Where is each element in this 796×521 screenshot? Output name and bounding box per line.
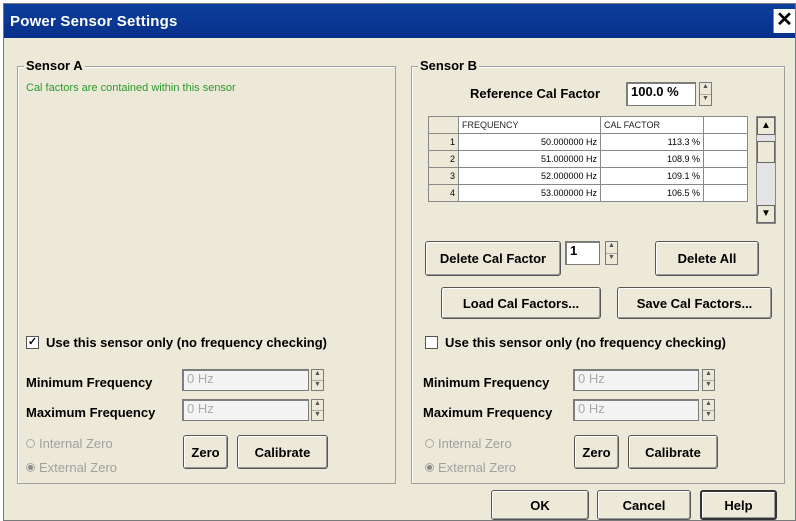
radio-unselected-icon — [425, 439, 434, 448]
sensor-a-external-zero-label: External Zero — [39, 460, 118, 475]
ok-button[interactable]: OK — [491, 490, 589, 520]
table-header-frequency[interactable]: FREQUENCY — [458, 116, 601, 134]
sensor-a-internal-zero-radio[interactable]: Internal Zero — [26, 436, 113, 451]
sensor-a-use-only-label: Use this sensor only (no frequency check… — [46, 335, 328, 350]
table-row[interactable]: 1 50.000000 Hz 113.3 % — [428, 133, 748, 151]
sensor-b-max-freq-label: Maximum Frequency — [423, 405, 553, 420]
sensor-b-max-freq-input[interactable]: 0 Hz — [573, 399, 699, 421]
table-vertical-scrollbar[interactable]: ▲ ▼ — [756, 116, 776, 224]
sensor-b-external-zero-label: External Zero — [438, 460, 517, 475]
frequency-cell[interactable]: 52.000000 Hz — [458, 167, 601, 185]
save-cal-factors-button[interactable]: Save Cal Factors... — [617, 287, 772, 319]
power-sensor-settings-dialog: Power Sensor Settings ✕ Sensor A Cal fac… — [3, 3, 796, 521]
spin-up-icon[interactable]: ▲ — [703, 400, 714, 411]
sensor-a-use-only-checkbox[interactable]: ✓ Use this sensor only (no frequency che… — [26, 335, 327, 350]
sensor-a-max-freq-spinner[interactable]: ▲ ▼ — [311, 399, 324, 421]
spin-down-icon[interactable]: ▼ — [700, 95, 711, 106]
delete-cal-factor-button[interactable]: Delete Cal Factor — [425, 241, 561, 276]
sensor-b-ref-cal-label: Reference Cal Factor — [470, 86, 601, 101]
spin-up-icon[interactable]: ▲ — [312, 400, 323, 411]
spin-down-icon[interactable]: ▼ — [703, 381, 714, 391]
frequency-cell[interactable]: 53.000000 Hz — [458, 184, 601, 202]
spin-up-icon[interactable]: ▲ — [606, 242, 617, 254]
row-number: 3 — [428, 167, 459, 185]
spin-up-icon[interactable]: ▲ — [700, 83, 711, 95]
table-header-row: FREQUENCY CAL FACTOR — [428, 116, 748, 134]
title-bar: Power Sensor Settings — [4, 4, 795, 38]
sensor-b-ref-cal-spinner[interactable]: ▲ ▼ — [699, 82, 712, 106]
sensor-b-max-freq-spinner[interactable]: ▲ ▼ — [702, 399, 715, 421]
table-corner-cell — [428, 116, 459, 134]
sensor-b-external-zero-radio[interactable]: External Zero — [425, 460, 516, 475]
spin-down-icon[interactable]: ▼ — [312, 381, 323, 391]
cal-factor-cell[interactable]: 108.9 % — [600, 150, 704, 168]
checkbox-unchecked-icon — [425, 336, 438, 349]
table-header-cal-factor[interactable]: CAL FACTOR — [600, 116, 704, 134]
sensor-b-ref-cal-input[interactable]: 100.0 % — [626, 82, 696, 106]
empty-cell — [703, 184, 748, 202]
empty-cell — [703, 133, 748, 151]
sensor-a-max-freq-input[interactable]: 0 Hz — [182, 399, 309, 421]
spin-down-icon[interactable]: ▼ — [312, 411, 323, 421]
scroll-down-icon[interactable]: ▼ — [757, 205, 775, 223]
sensor-a-min-freq-label: Minimum Frequency — [26, 375, 153, 390]
empty-cell — [703, 150, 748, 168]
empty-cell — [703, 167, 748, 185]
delete-index-input[interactable]: 1 — [565, 241, 600, 265]
radio-selected-icon — [26, 463, 35, 472]
sensor-a-note: Cal factors are contained within this se… — [26, 82, 236, 94]
table-row[interactable]: 4 53.000000 Hz 106.5 % — [428, 184, 748, 202]
sensor-a-title: Sensor A — [24, 58, 85, 73]
spin-up-icon[interactable]: ▲ — [703, 370, 714, 381]
sensor-b-use-only-checkbox[interactable]: Use this sensor only (no frequency check… — [425, 335, 726, 350]
table-row[interactable]: 2 51.000000 Hz 108.9 % — [428, 150, 748, 168]
spin-up-icon[interactable]: ▲ — [312, 370, 323, 381]
frequency-cell[interactable]: 50.000000 Hz — [458, 133, 601, 151]
table-empty-header — [703, 116, 748, 134]
sensor-a-min-freq-spinner[interactable]: ▲ ▼ — [311, 369, 324, 391]
delete-all-button[interactable]: Delete All — [655, 241, 759, 276]
radio-unselected-icon — [26, 439, 35, 448]
cal-factor-table[interactable]: FREQUENCY CAL FACTOR 1 50.000000 Hz 113.… — [428, 116, 748, 202]
cal-factor-cell[interactable]: 109.1 % — [600, 167, 704, 185]
sensor-b-internal-zero-label: Internal Zero — [438, 436, 512, 451]
radio-selected-icon — [425, 463, 434, 472]
frequency-cell[interactable]: 51.000000 Hz — [458, 150, 601, 168]
sensor-b-min-freq-input[interactable]: 0 Hz — [573, 369, 699, 391]
sensor-a-external-zero-radio[interactable]: External Zero — [26, 460, 117, 475]
sensor-a-min-freq-input[interactable]: 0 Hz — [182, 369, 309, 391]
help-button[interactable]: Help — [700, 490, 777, 520]
scroll-thumb[interactable] — [757, 141, 775, 163]
scroll-up-icon[interactable]: ▲ — [757, 117, 775, 135]
row-number: 2 — [428, 150, 459, 168]
row-number: 4 — [428, 184, 459, 202]
cancel-button[interactable]: Cancel — [597, 490, 691, 520]
sensor-b-zero-button[interactable]: Zero — [574, 435, 619, 469]
sensor-b-title: Sensor B — [418, 58, 480, 73]
sensor-b-min-freq-label: Minimum Frequency — [423, 375, 550, 390]
sensor-b-min-freq-spinner[interactable]: ▲ ▼ — [702, 369, 715, 391]
sensor-b-internal-zero-radio[interactable]: Internal Zero — [425, 436, 512, 451]
table-row[interactable]: 3 52.000000 Hz 109.1 % — [428, 167, 748, 185]
row-number: 1 — [428, 133, 459, 151]
load-cal-factors-button[interactable]: Load Cal Factors... — [441, 287, 601, 319]
sensor-b-use-only-label: Use this sensor only (no frequency check… — [445, 335, 727, 350]
window-title: Power Sensor Settings — [10, 12, 178, 30]
cal-factor-cell[interactable]: 106.5 % — [600, 184, 704, 202]
sensor-a-group: Sensor A — [17, 58, 396, 484]
sensor-a-calibrate-button[interactable]: Calibrate — [237, 435, 328, 469]
sensor-b-calibrate-button[interactable]: Calibrate — [628, 435, 718, 469]
spin-down-icon[interactable]: ▼ — [703, 411, 714, 421]
close-icon[interactable]: ✕ — [773, 9, 795, 33]
checkbox-checked-icon: ✓ — [26, 336, 39, 349]
spin-down-icon[interactable]: ▼ — [606, 254, 617, 265]
sensor-a-zero-button[interactable]: Zero — [183, 435, 228, 469]
delete-index-spinner[interactable]: ▲ ▼ — [605, 241, 618, 265]
sensor-a-internal-zero-label: Internal Zero — [39, 436, 113, 451]
sensor-a-max-freq-label: Maximum Frequency — [26, 405, 156, 420]
cal-factor-cell[interactable]: 113.3 % — [600, 133, 704, 151]
